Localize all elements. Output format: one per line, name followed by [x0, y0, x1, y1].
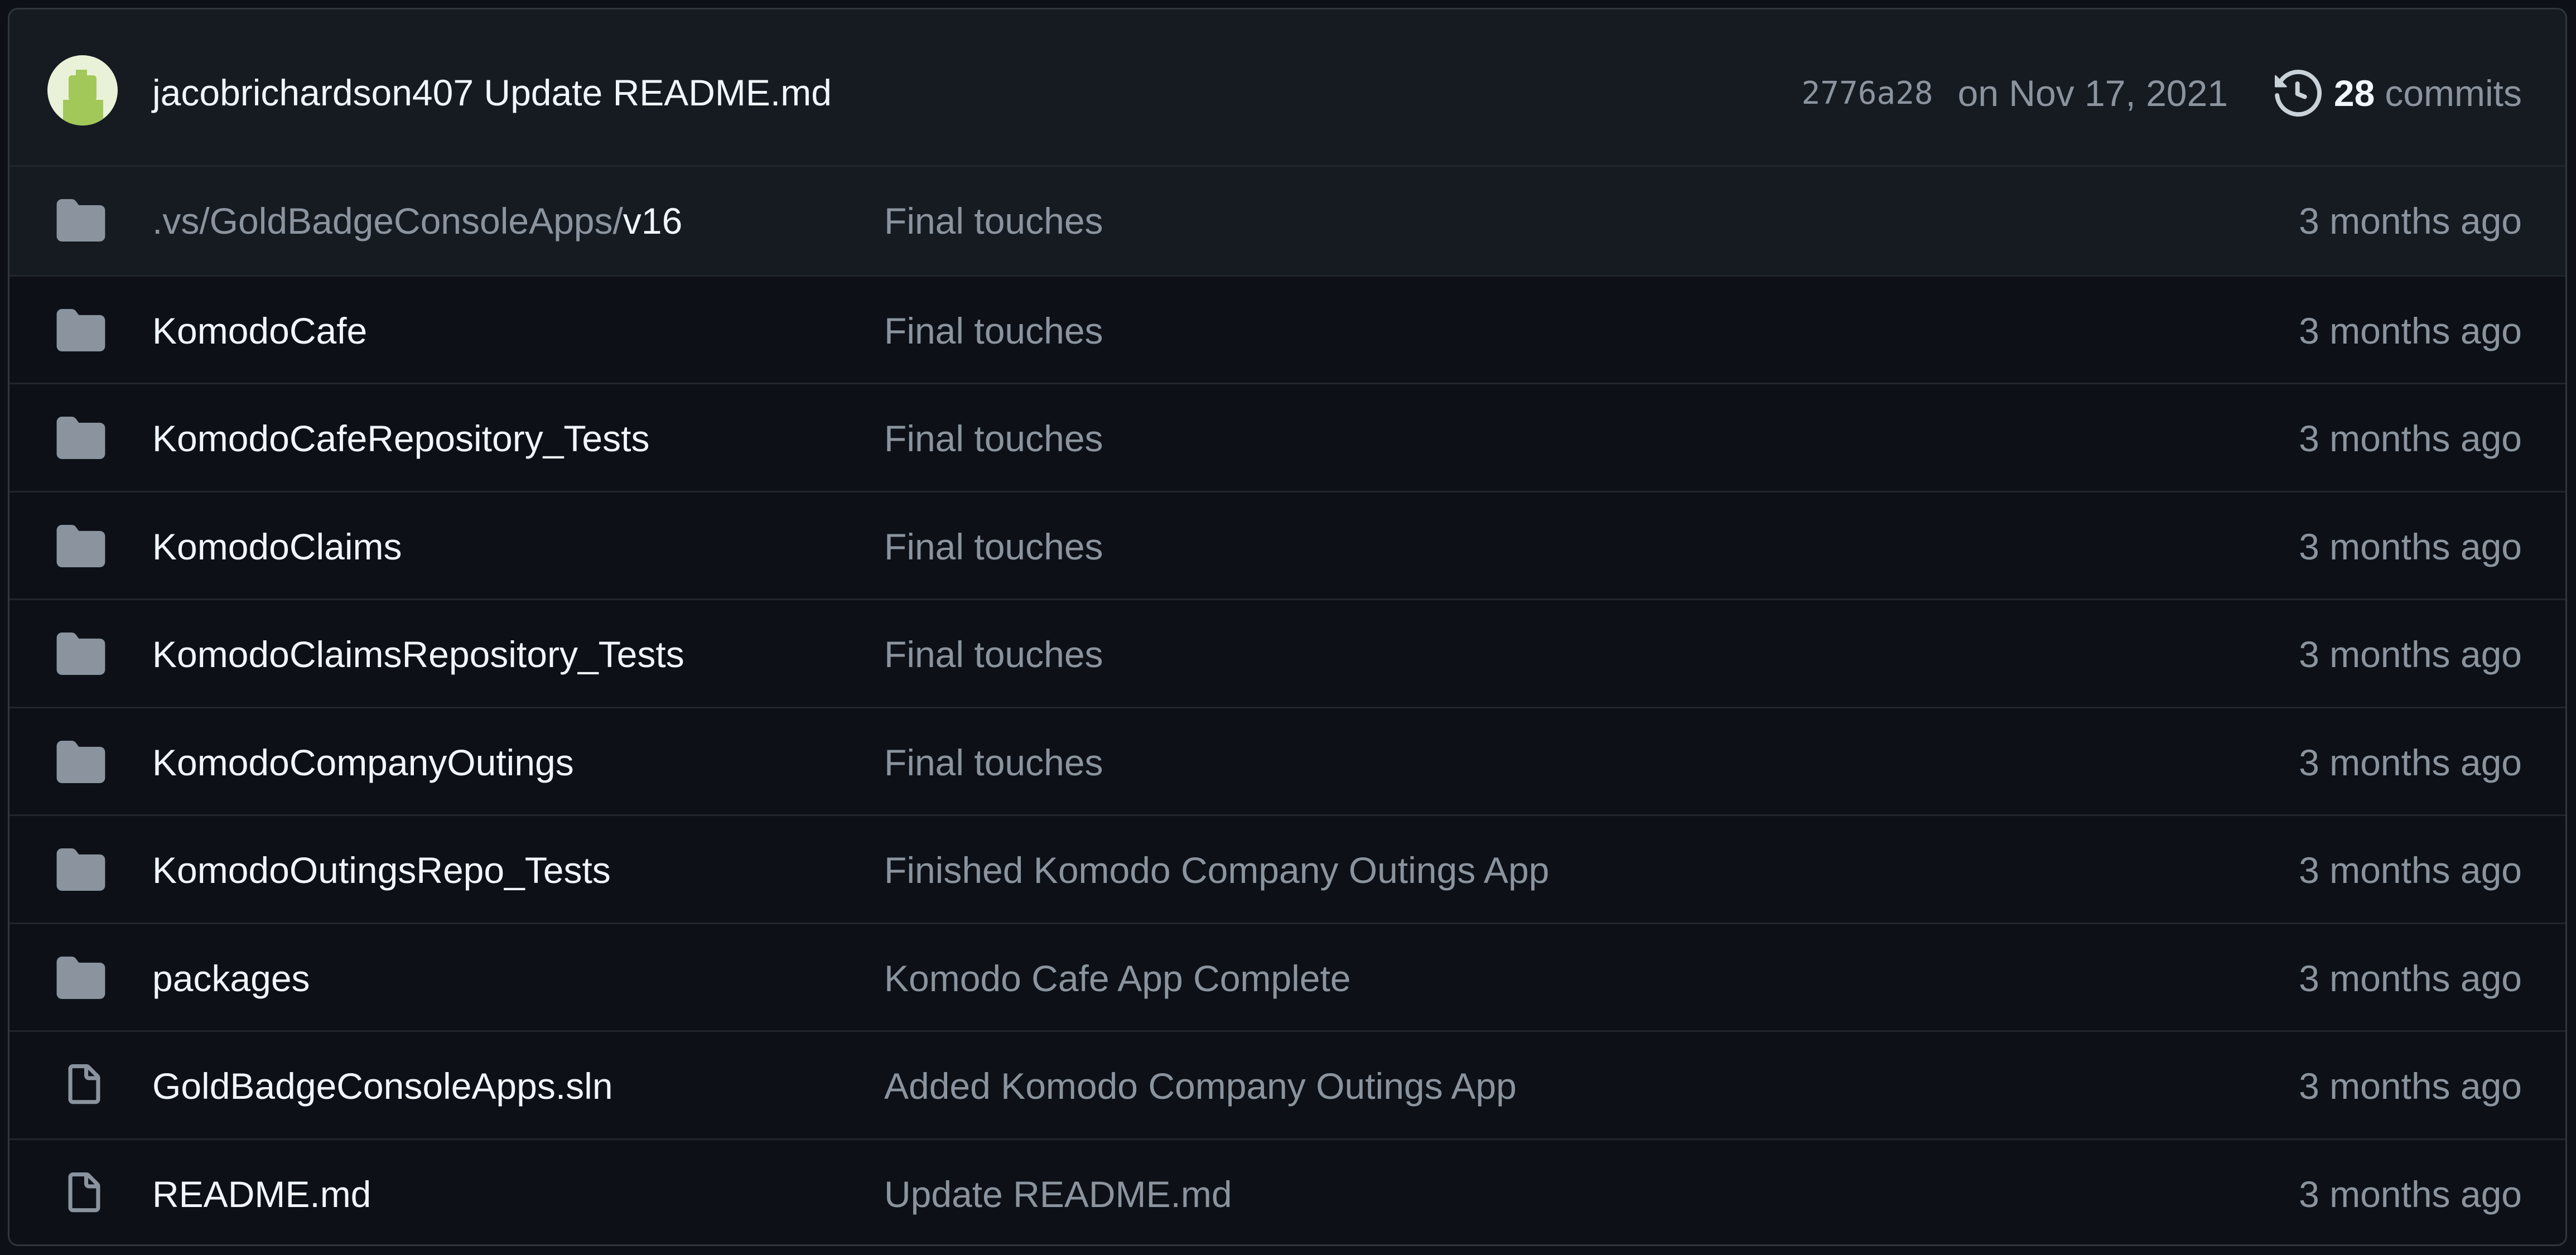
file-name-link[interactable]: packages [152, 959, 310, 998]
folder-icon [56, 633, 105, 675]
file-row[interactable]: KomodoClaimsRepository_Tests Final touche… [9, 598, 2565, 707]
last-commit-message-link[interactable]: Added Komodo Company Outings App [884, 1066, 1517, 1106]
folder-icon [56, 956, 105, 999]
last-commit-age: 3 months ago [2299, 957, 2522, 999]
folder-icon [56, 740, 105, 783]
file-row[interactable]: KomodoOutingsRepo_Tests Finished Komodo C… [9, 814, 2565, 923]
last-commit-message-link[interactable]: Final touches [884, 527, 1103, 566]
file-row[interactable]: KomodoCafeRepository_Tests Final touches 3… [9, 383, 2565, 491]
last-commit-message-link[interactable]: Final touches [884, 201, 1103, 240]
file-row[interactable]: KomodoCompanyOutings Final touches 3 month… [9, 706, 2565, 814]
file-browser-panel: jacobrichardson407 Update README.md 2776… [8, 8, 2567, 1246]
folder-icon [56, 848, 105, 891]
folder-icon-glyph [56, 633, 105, 675]
file-row[interactable]: GoldBadgeConsoleApps.sln Added Komodo Com… [9, 1030, 2565, 1138]
file-name-link[interactable]: KomodoCompanyOutings [152, 743, 574, 782]
commit-sha-link[interactable]: 2776a28 [1802, 75, 1933, 112]
last-commit-age: 3 months ago [2299, 200, 2522, 242]
file-name-link[interactable]: KomodoClaims [152, 527, 402, 566]
file-list: .vs/GoldBadgeConsoleApps/v16 Final touche… [9, 167, 2565, 1244]
history-icon[interactable] [2274, 70, 2322, 117]
file-name[interactable]: KomodoOutingsRepo_Tests [152, 849, 611, 891]
last-commit-message-link[interactable]: Final touches [884, 311, 1103, 350]
folder-icon [56, 524, 105, 567]
file-name[interactable]: KomodoClaims [152, 526, 402, 567]
avatar-glyph-head [69, 75, 97, 101]
last-commit-age: 3 months ago [2299, 1065, 2522, 1107]
commit-author-link[interactable]: jacobrichardson407 [152, 72, 474, 113]
file-icon [63, 1064, 112, 1107]
file-name-link[interactable]: KomodoCafeRepository_Tests [152, 419, 649, 458]
last-commit-message-link[interactable]: Update README.md [884, 1175, 1232, 1214]
commit-count[interactable]: 28 [2334, 72, 2375, 114]
file-name[interactable]: v16 [623, 200, 682, 242]
file-name[interactable]: KomodoCafeRepository_Tests [152, 418, 649, 459]
file-name[interactable]: packages [152, 958, 310, 999]
last-commit-message-link[interactable]: Komodo Cafe App Complete [884, 959, 1351, 998]
folder-icon-glyph [56, 524, 105, 567]
folder-icon-glyph [56, 956, 105, 999]
file-row[interactable]: packages Komodo Cafe App Complete 3 months… [9, 922, 2565, 1030]
file-icon-glyph [68, 1064, 100, 1104]
folder-icon-glyph [56, 308, 105, 351]
file-name[interactable]: KomodoClaimsRepository_Tests [152, 634, 684, 675]
file-name-link[interactable]: KomodoCafe [152, 311, 367, 350]
file-name-link[interactable]: KomodoOutingsRepo_Tests [152, 851, 611, 890]
last-commit-age: 3 months ago [2299, 1173, 2522, 1215]
commit-meta: 2776a28 on Nov 17, 2021 28 commits [1802, 70, 2522, 117]
file-name[interactable]: KomodoCompanyOutings [152, 742, 574, 783]
last-commit-age: 3 months ago [2299, 525, 2522, 567]
file-row[interactable]: KomodoCafe Final touches 3 months ago [9, 274, 2565, 383]
file-name[interactable]: GoldBadgeConsoleApps.sln [152, 1065, 613, 1107]
folder-icon [56, 417, 105, 459]
folder-icon-glyph [56, 417, 105, 459]
commit-message-link[interactable]: Update README.md [484, 72, 832, 113]
folder-icon-glyph [56, 848, 105, 891]
commit-date[interactable]: on Nov 17, 2021 [1958, 72, 2228, 114]
file-icon [63, 1172, 112, 1215]
avatar-glyph-body [63, 100, 103, 126]
last-commit-age: 3 months ago [2299, 418, 2522, 459]
commit-summary: jacobrichardson407 Update README.md [152, 73, 832, 112]
file-name[interactable]: KomodoCafe [152, 310, 367, 351]
latest-commit-bar: jacobrichardson407 Update README.md 2776… [9, 9, 2565, 167]
last-commit-message-link[interactable]: Final touches [884, 635, 1103, 674]
folder-icon [56, 308, 105, 351]
file-icon-glyph [68, 1172, 100, 1212]
last-commit-message-link[interactable]: Final touches [884, 419, 1103, 458]
file-name-link[interactable]: GoldBadgeConsoleApps.sln [152, 1066, 613, 1106]
file-name-link[interactable]: KomodoClaimsRepository_Tests [152, 635, 684, 674]
commits-label[interactable]: commits [2385, 72, 2522, 114]
file-row[interactable]: KomodoClaims Final touches 3 months ago [9, 490, 2565, 598]
folder-icon-glyph [56, 199, 105, 242]
file-name[interactable]: README.md [152, 1174, 371, 1215]
last-commit-message-link[interactable]: Final touches [884, 743, 1103, 782]
last-commit-message-link[interactable]: Finished Komodo Company Outings App [884, 851, 1549, 890]
last-commit-age: 3 months ago [2299, 634, 2522, 675]
folder-icon-glyph [56, 740, 105, 783]
file-path-prefix[interactable]: .vs/GoldBadgeConsoleApps/ [152, 200, 623, 242]
last-commit-age: 3 months ago [2299, 849, 2522, 891]
author-avatar[interactable] [47, 55, 118, 126]
file-row[interactable]: README.md Update README.md 3 months ago [9, 1138, 2565, 1244]
folder-icon [56, 199, 105, 242]
last-commit-age: 3 months ago [2299, 310, 2522, 351]
file-name-link[interactable]: .vs/GoldBadgeConsoleApps/v16 [152, 201, 682, 240]
file-row[interactable]: .vs/GoldBadgeConsoleApps/v16 Final touche… [9, 167, 2565, 275]
file-name-link[interactable]: README.md [152, 1175, 371, 1214]
last-commit-age: 3 months ago [2299, 741, 2522, 783]
